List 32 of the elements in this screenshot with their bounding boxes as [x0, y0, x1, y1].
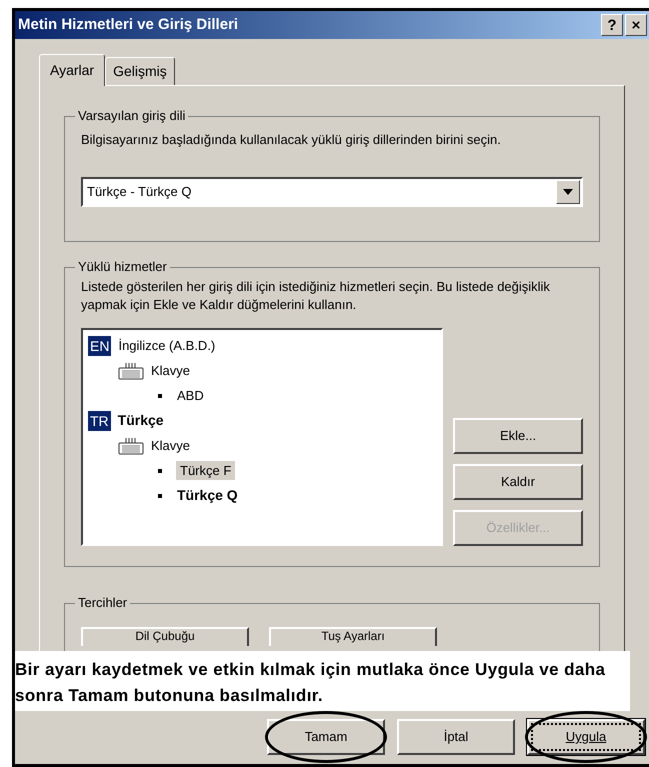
language-dropdown[interactable]: Türkçe - Türkçe Q: [81, 177, 583, 207]
tree-item[interactable]: Türkçe: [116, 410, 165, 431]
keyboard-icon: [118, 436, 144, 454]
dialog-button[interactable]: İptal: [397, 719, 515, 755]
dropdown-value: Türkçe - Türkçe Q: [87, 183, 192, 202]
bullet-icon: [158, 494, 162, 498]
group-description: Listede gösterilen her giriş dili için istediğiniz hizmetleri seçin. Bu listede değişiklik yapmak için Ekle ve Kaldır düğmelerini kullanın.: [81, 278, 551, 314]
language-badge: TR: [88, 410, 111, 430]
dialog-button[interactable]: Tamam: [267, 719, 385, 755]
tree-item[interactable]: Klavye: [150, 360, 192, 380]
tree-item[interactable]: Türkçe Q: [176, 485, 239, 506]
tree-item[interactable]: Klavye: [150, 436, 192, 456]
preference-button[interactable]: Tuş Ayarları: [269, 627, 437, 646]
preference-button[interactable]: Dil Çubuğu: [81, 627, 249, 646]
group-legend: Varsayılan giriş dili: [75, 108, 188, 124]
bullet-icon: [158, 394, 162, 398]
keyboard-icon: [118, 362, 144, 380]
tree-item[interactable]: İngilizce (A.B.D.): [117, 336, 216, 356]
window-title: Metin Hizmetleri ve Giriş Dilleri: [18, 14, 238, 35]
side-button[interactable]: Ekle...: [453, 418, 583, 454]
tab[interactable]: Ayarlar: [39, 54, 106, 86]
close-button[interactable]: ×: [625, 14, 647, 36]
tab[interactable]: Gelişmiş: [105, 57, 175, 85]
tree-item[interactable]: Türkçe F: [176, 460, 236, 480]
dialog-button[interactable]: Uygula: [527, 719, 645, 755]
group-description: Bilgisayarınız başladığında kullanılacak yüklü giriş dillerinden birini seçin.: [81, 131, 502, 149]
language-badge: EN: [88, 336, 112, 356]
tree-item[interactable]: ABD: [176, 386, 205, 406]
side-button[interactable]: Kaldır: [453, 464, 583, 500]
annotation-text: Bir ayarı kaydetmek ve etkin kılmak için mutlaka önce Uygula ve daha sonra Tamam butonuna basılmalıdır.: [15, 651, 630, 711]
help-button[interactable]: ?: [601, 14, 623, 36]
bullet-icon: [158, 468, 162, 472]
